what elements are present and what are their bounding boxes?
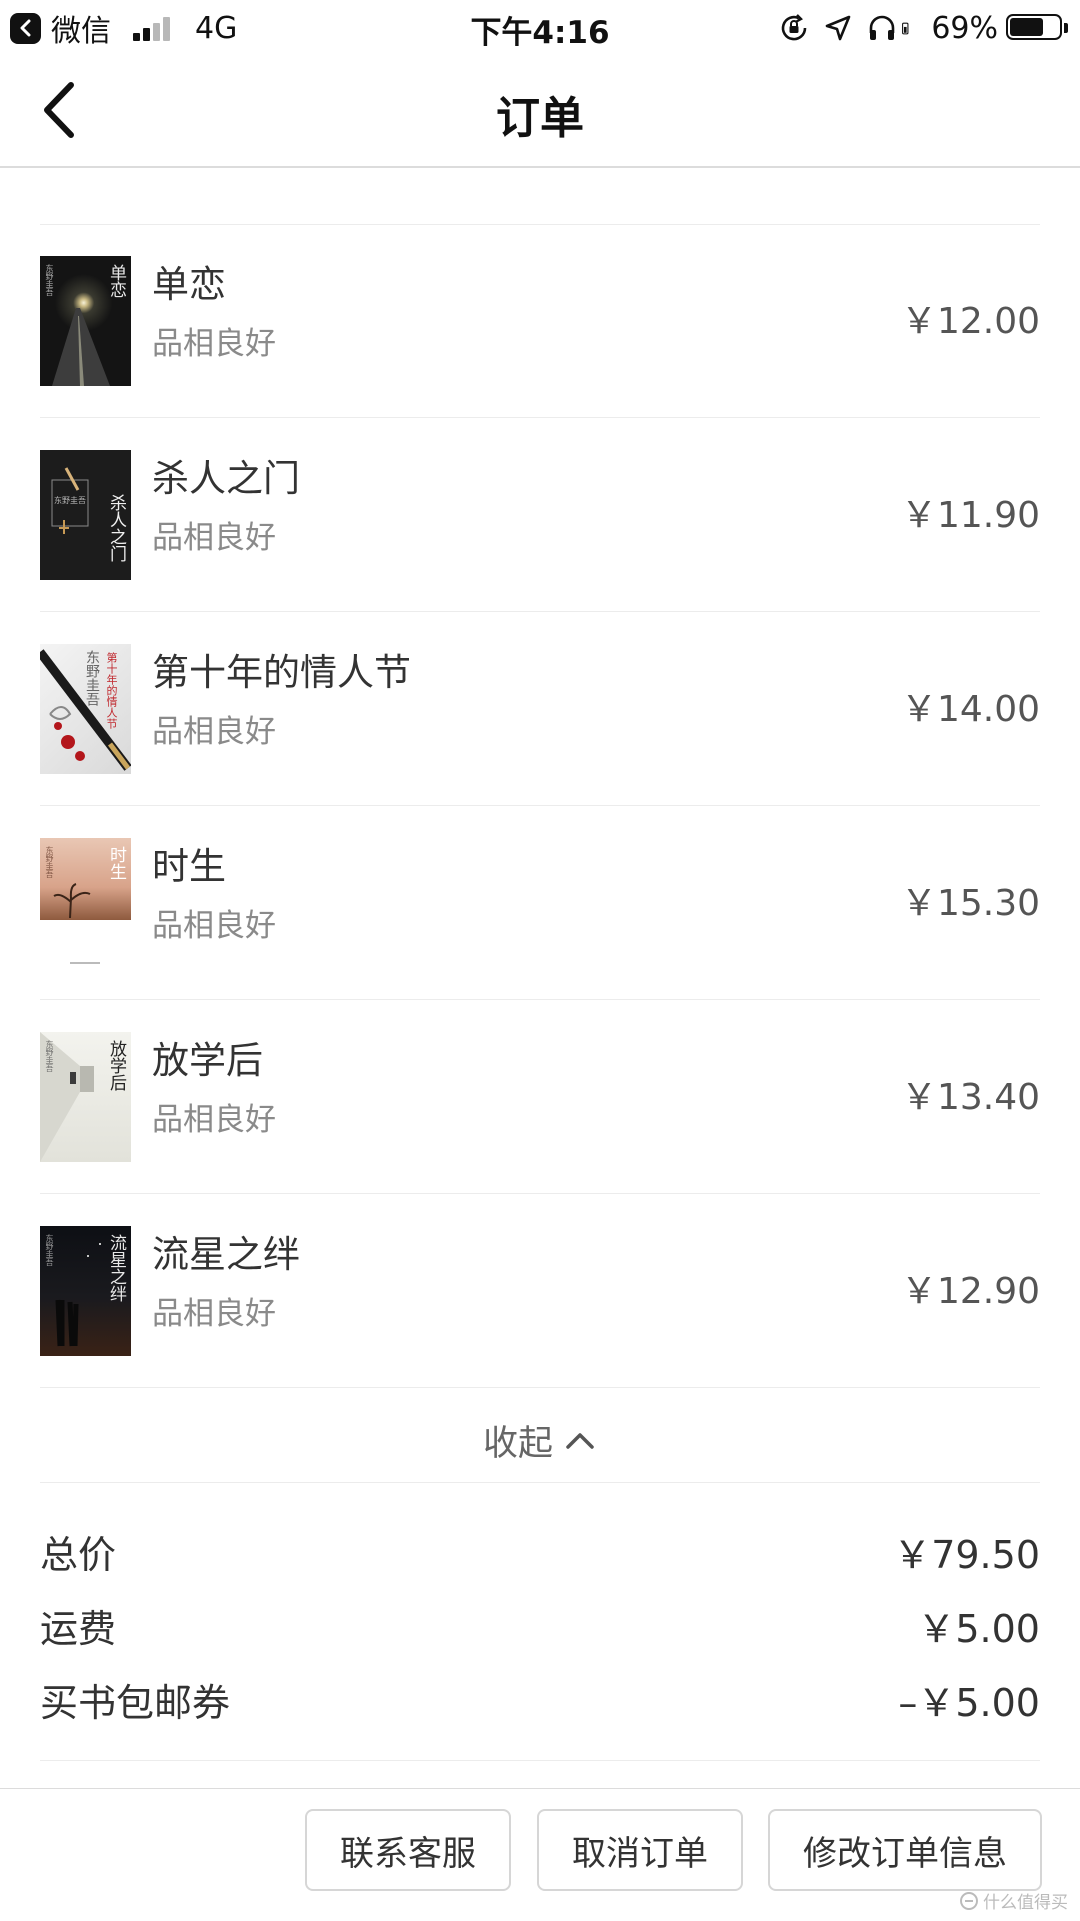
cover-title: 杀人之门 bbox=[106, 494, 126, 562]
book-condition: 品相良好 bbox=[152, 1296, 276, 1332]
summary-coupon-row: 买书包邮券 –￥5.00 bbox=[40, 1664, 1040, 1725]
battery-fill bbox=[1010, 18, 1043, 36]
book-price: ￥15.30 bbox=[900, 883, 1040, 924]
order-item[interactable]: 第十年的情人节 东野圭吾 第十年的情人节 品相良好 ￥14.00 bbox=[40, 612, 1040, 806]
book-title: 杀人之门 bbox=[152, 457, 300, 500]
modify-order-button[interactable]: 修改订单信息 bbox=[768, 1809, 1042, 1891]
cancel-order-button[interactable]: 取消订单 bbox=[537, 1809, 743, 1891]
collapse-button[interactable]: 收起 bbox=[40, 1398, 1040, 1483]
cover-author: 东野圭吾 bbox=[54, 496, 86, 505]
collapse-label: 收起 bbox=[482, 1423, 553, 1464]
cover-title: 流星之绊 bbox=[106, 1234, 126, 1302]
book-condition: 品相良好 bbox=[152, 908, 276, 944]
book-cover: 杀人之门 东野圭吾 bbox=[40, 450, 131, 580]
watermark-text: 什么值得买 bbox=[983, 1893, 1068, 1913]
book-title: 时生 bbox=[152, 845, 226, 888]
location-arrow-icon bbox=[826, 15, 851, 41]
book-cover: 放学后 东野圭吾 bbox=[40, 1032, 131, 1162]
book-title: 单恋 bbox=[152, 263, 226, 306]
cover-title: 第十年的情人节 bbox=[105, 652, 118, 729]
headphone-battery-icon bbox=[902, 22, 909, 35]
cover-author: 东野圭吾 bbox=[45, 264, 54, 296]
order-item-list: 单恋 东野圭吾 单恋 品相良好 ￥12.00 杀人之门 东野圭吾 杀人之门 品相… bbox=[0, 224, 1080, 1388]
book-price: ￥12.00 bbox=[900, 301, 1040, 342]
headphones-icon bbox=[870, 15, 895, 40]
book-title: 流星之绊 bbox=[152, 1233, 300, 1276]
total-value: ￥79.50 bbox=[893, 1533, 1040, 1577]
book-condition: 品相良好 bbox=[152, 326, 276, 362]
cover-author: 东野圭吾 bbox=[45, 1234, 54, 1266]
book-price: ￥14.00 bbox=[900, 689, 1040, 730]
shipping-value: ￥5.00 bbox=[917, 1607, 1040, 1651]
order-item[interactable]: 放学后 东野圭吾 放学后 品相良好 ￥13.40 bbox=[40, 1000, 1040, 1194]
book-cover: 单恋 东野圭吾 bbox=[40, 256, 131, 386]
watermark: 什么值得买 bbox=[959, 1888, 1068, 1913]
bottom-action-bar: 联系客服 取消订单 修改订单信息 bbox=[0, 1788, 1080, 1921]
order-item[interactable]: 单恋 东野圭吾 单恋 品相良好 ￥12.00 bbox=[40, 224, 1040, 418]
summary-total-row: 总价 ￥79.50 bbox=[40, 1516, 1040, 1577]
book-cover: 第十年的情人节 东野圭吾 bbox=[40, 644, 131, 774]
order-item[interactable]: 杀人之门 东野圭吾 杀人之门 品相良好 ￥11.90 bbox=[40, 418, 1040, 612]
book-cover: 时生 东野圭吾 bbox=[40, 838, 131, 968]
book-condition: 品相良好 bbox=[152, 714, 276, 750]
summary-shipping-row: 运费 ￥5.00 bbox=[40, 1590, 1040, 1651]
cover-author: 东野圭吾 bbox=[45, 1040, 54, 1072]
battery-icon bbox=[1006, 14, 1070, 42]
cover-author: 东野圭吾 bbox=[84, 650, 100, 706]
cover-title: 时生 bbox=[106, 846, 126, 880]
cover-title: 放学后 bbox=[106, 1040, 126, 1091]
status-bar: 微信 4G 下午4:16 69% bbox=[0, 0, 1080, 54]
book-title: 放学后 bbox=[152, 1039, 263, 1082]
book-price: ￥12.90 bbox=[900, 1271, 1040, 1312]
orientation-lock-icon bbox=[782, 14, 807, 41]
coupon-value: –￥5.00 bbox=[898, 1681, 1040, 1725]
book-condition: 品相良好 bbox=[152, 520, 276, 556]
cover-title: 单恋 bbox=[106, 264, 126, 298]
total-label: 总价 bbox=[40, 1533, 117, 1577]
book-cover: 流星之绊 东野圭吾 bbox=[40, 1226, 131, 1356]
battery-percent: 69% bbox=[931, 10, 998, 46]
coupon-label: 买书包邮券 bbox=[40, 1681, 231, 1725]
book-title: 第十年的情人节 bbox=[152, 651, 411, 694]
order-item[interactable]: 时生 东野圭吾 时生 品相良好 ￥15.30 bbox=[40, 806, 1040, 1000]
chevron-up-icon bbox=[566, 1433, 594, 1449]
book-price: ￥11.90 bbox=[900, 495, 1040, 536]
book-price: ￥13.40 bbox=[900, 1077, 1040, 1118]
price-summary: 总价 ￥79.50 运费 ￥5.00 买书包邮券 –￥5.00 bbox=[40, 1482, 1040, 1761]
watermark-logo-icon bbox=[960, 1891, 978, 1910]
book-condition: 品相良好 bbox=[152, 1102, 276, 1138]
nav-bar: 订单 bbox=[0, 54, 1080, 168]
cover-author: 东野圭吾 bbox=[45, 846, 54, 878]
shipping-label: 运费 bbox=[40, 1607, 117, 1651]
contact-service-button[interactable]: 联系客服 bbox=[305, 1809, 511, 1891]
order-item[interactable]: 流星之绊 东野圭吾 流星之绊 品相良好 ￥12.90 bbox=[40, 1194, 1040, 1388]
page-title: 订单 bbox=[496, 93, 584, 144]
